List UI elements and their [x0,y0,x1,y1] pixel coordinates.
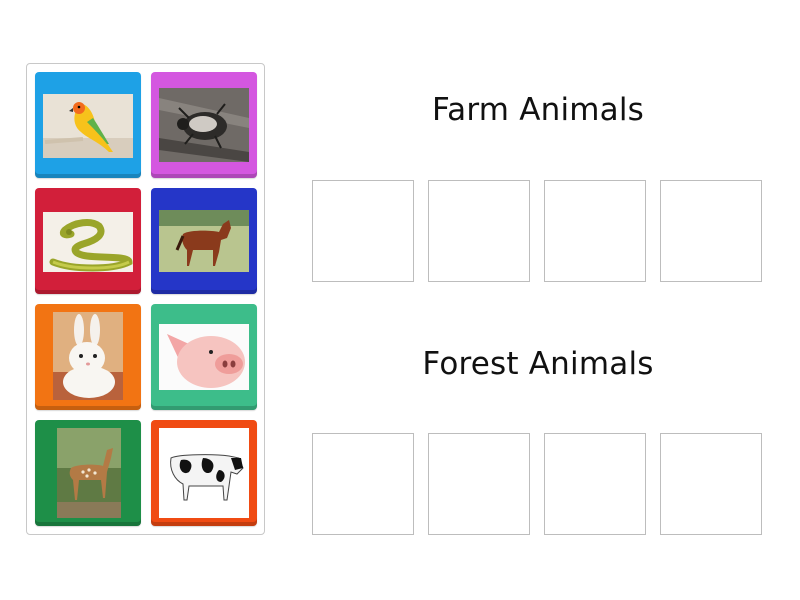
snake-icon [43,212,133,272]
drop-slot-forest-2[interactable] [428,433,530,535]
pig-icon [159,324,249,390]
rabbit-icon [53,312,123,400]
drop-slot-farm-2[interactable] [428,180,530,282]
drop-slot-forest-1[interactable] [312,433,414,535]
card-cow[interactable] [151,420,257,526]
card-pig[interactable] [151,304,257,410]
drop-slot-farm-1[interactable] [312,180,414,282]
card-deer[interactable] [35,420,141,526]
cow-icon [159,428,249,518]
horse-icon [159,210,249,272]
drop-slot-forest-4[interactable] [660,433,762,535]
parrot-icon [43,94,133,158]
card-parrot[interactable] [35,72,141,178]
group-title-forest: Forest Animals [422,346,654,382]
card-horse[interactable] [151,188,257,294]
drop-slot-farm-4[interactable] [660,180,762,282]
group-title-farm: Farm Animals [431,92,645,128]
card-beetle[interactable] [151,72,257,178]
beetle-icon [159,88,249,162]
card-palette [26,63,265,535]
drop-slot-farm-3[interactable] [544,180,646,282]
deer-icon [57,428,121,518]
drop-slot-forest-3[interactable] [544,433,646,535]
card-rabbit[interactable] [35,304,141,410]
card-snake[interactable] [35,188,141,294]
